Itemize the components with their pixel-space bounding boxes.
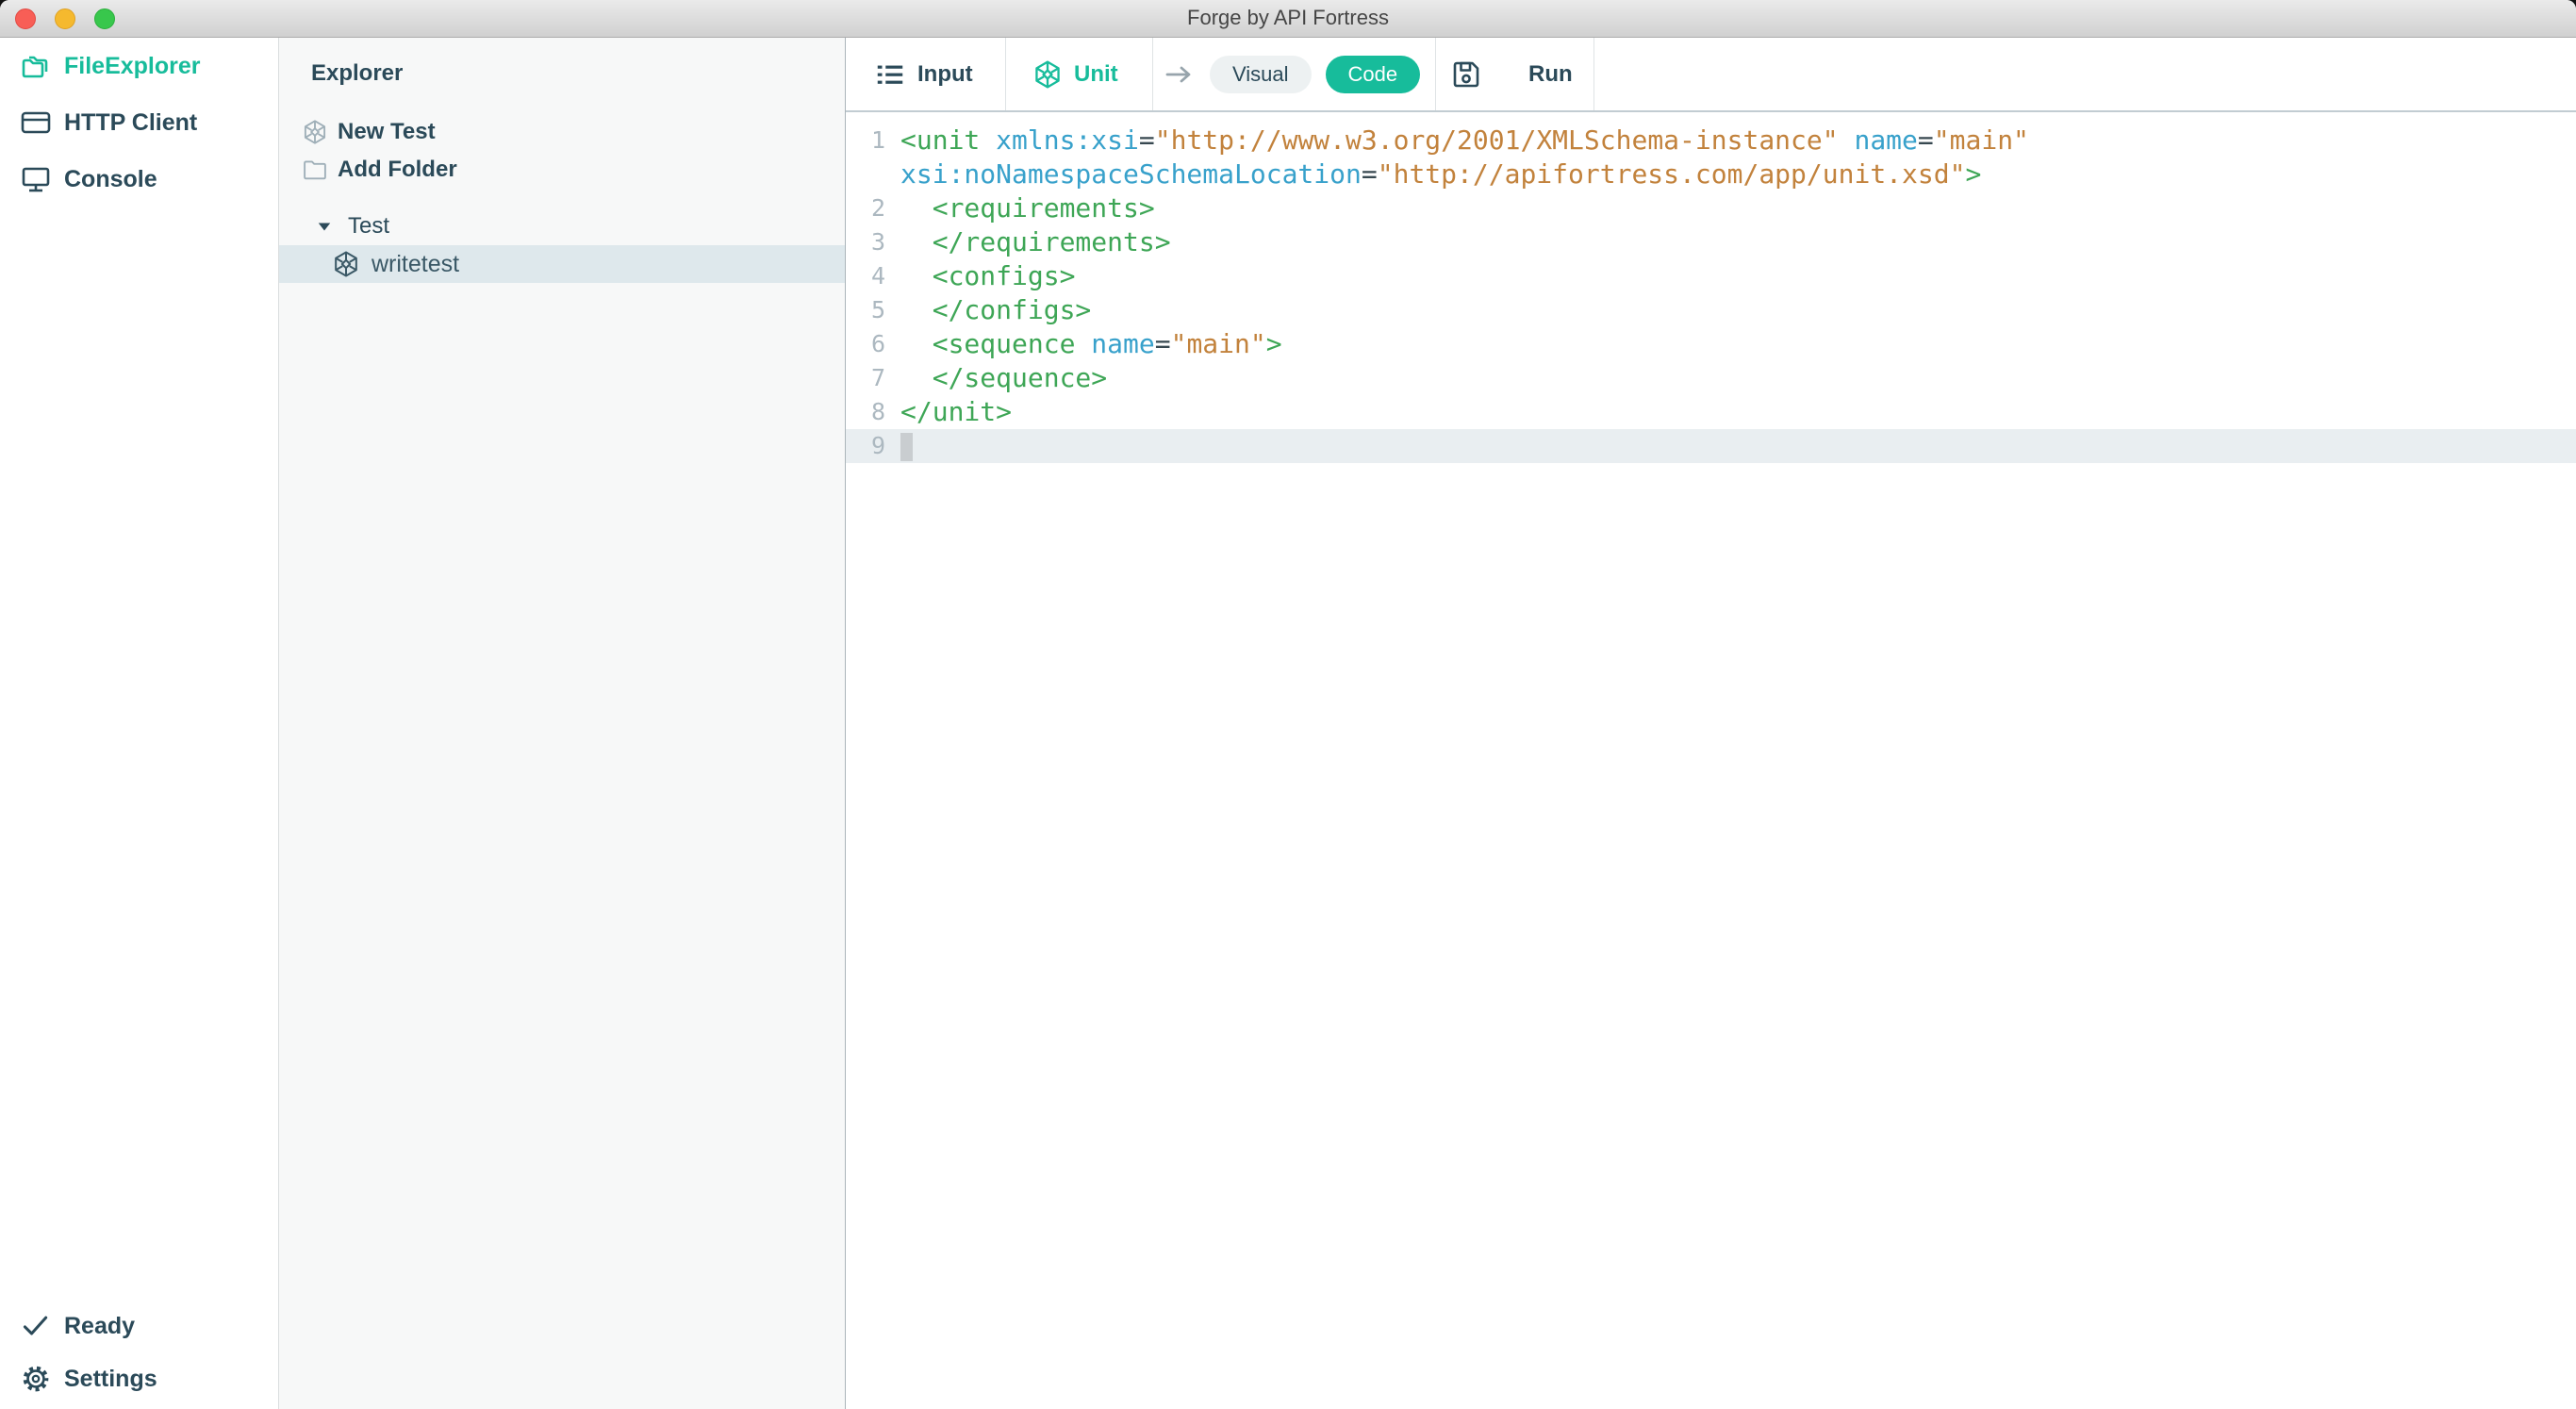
code-line[interactable]: 5 </configs>: [846, 293, 2576, 327]
view-toggle-section: Visual Code: [1153, 38, 1436, 110]
line-number: 5: [846, 293, 900, 327]
add-folder-button[interactable]: Add Folder: [279, 151, 845, 189]
line-number: [846, 157, 900, 191]
sidebar-item-settings[interactable]: Settings: [0, 1352, 278, 1405]
line-number: 1: [846, 124, 900, 157]
tab-input[interactable]: Input: [846, 38, 1006, 110]
add-folder-label: Add Folder: [338, 157, 457, 183]
visual-toggle-button[interactable]: Visual: [1210, 56, 1312, 93]
tab-input-label: Input: [917, 61, 973, 88]
code-line-content: <sequence name="main">: [900, 327, 1282, 361]
sidebar-item-http-client[interactable]: HTTP Client: [0, 94, 278, 151]
code-line[interactable]: 3 </requirements>: [846, 225, 2576, 259]
chevron-down-icon: [317, 219, 332, 234]
text-cursor: [900, 433, 913, 461]
browser-window-icon: [17, 106, 55, 140]
code-line-content: </configs>: [900, 293, 1091, 327]
sidebar-item-label: HTTP Client: [64, 109, 197, 137]
window-title: Forge by API Fortress: [0, 0, 2576, 36]
line-number: 4: [846, 259, 900, 293]
explorer-panel: Explorer New Test: [279, 38, 846, 1409]
code-line[interactable]: 6 <sequence name="main">: [846, 327, 2576, 361]
code-line-content: </sequence>: [900, 361, 1107, 395]
line-number: 2: [846, 191, 900, 225]
code-line-content: [900, 429, 913, 463]
cube-icon: [302, 119, 328, 145]
code-line[interactable]: 7 </sequence>: [846, 361, 2576, 395]
code-line[interactable]: 2 <requirements>: [846, 191, 2576, 225]
tree-folder-label: Test: [348, 213, 389, 240]
status-ready: Ready: [0, 1300, 278, 1352]
code-line-content: <configs>: [900, 259, 1075, 293]
tree-item-writetest[interactable]: writetest: [279, 245, 845, 283]
tree-folder-test[interactable]: Test: [279, 207, 845, 245]
monitor-icon: [17, 162, 55, 196]
explorer-tree: Test writetest: [279, 207, 845, 283]
code-toggle-button[interactable]: Code: [1326, 56, 1421, 93]
app-window: Forge by API Fortress FileExplorer: [0, 0, 2576, 1409]
code-line[interactable]: 8</unit>: [846, 395, 2576, 429]
tab-unit-label: Unit: [1074, 61, 1118, 88]
save-icon[interactable]: [1449, 58, 1483, 91]
status-label: Ready: [64, 1313, 135, 1340]
view-toggle: Visual Code: [1210, 56, 1420, 93]
line-number: 6: [846, 327, 900, 361]
code-line[interactable]: xsi:noNamespaceSchemaLocation="http://ap…: [846, 157, 2576, 191]
line-number: 3: [846, 225, 900, 259]
sidebar: FileExplorer HTTP Client: [0, 38, 279, 1409]
code-line-content: <requirements>: [900, 191, 1155, 225]
code-line-content: </requirements>: [900, 225, 1171, 259]
new-test-label: New Test: [338, 119, 436, 145]
traffic-lights: [15, 8, 115, 29]
toolbar-spacer: [1594, 38, 2576, 110]
check-icon: [17, 1309, 55, 1343]
new-test-button[interactable]: New Test: [279, 113, 845, 151]
folders-icon: [17, 49, 55, 83]
explorer-actions: New Test Add Folder: [279, 113, 845, 189]
code-rows: 1<unit xmlns:xsi="http://www.w3.org/2001…: [846, 124, 2576, 463]
sidebar-footer: Ready Settings: [0, 1300, 278, 1405]
run-section: Run: [1436, 38, 1594, 110]
run-button[interactable]: Run: [1528, 61, 1573, 88]
code-line[interactable]: 4 <configs>: [846, 259, 2576, 293]
line-number: 9: [846, 429, 900, 463]
editor-toolbar: Input Unit: [846, 38, 2576, 112]
code-line-content: <unit xmlns:xsi="http://www.w3.org/2001/…: [900, 124, 2029, 157]
sidebar-item-file-explorer[interactable]: FileExplorer: [0, 38, 278, 94]
code-line[interactable]: 1<unit xmlns:xsi="http://www.w3.org/2001…: [846, 124, 2576, 157]
sidebar-item-label: Settings: [64, 1366, 157, 1393]
code-line-content: </unit>: [900, 395, 1012, 429]
arrow-right-icon: [1163, 58, 1195, 91]
cube-icon: [1032, 59, 1063, 90]
line-number: 7: [846, 361, 900, 395]
code-line[interactable]: 9: [846, 429, 2576, 463]
code-line-content: xsi:noNamespaceSchemaLocation="http://ap…: [900, 157, 1981, 191]
minimize-button[interactable]: [55, 8, 75, 29]
list-icon: [874, 58, 906, 91]
zoom-button[interactable]: [94, 8, 115, 29]
line-number: 8: [846, 395, 900, 429]
close-button[interactable]: [15, 8, 36, 29]
folder-icon: [302, 157, 328, 183]
code-editor[interactable]: 1<unit xmlns:xsi="http://www.w3.org/2001…: [846, 112, 2576, 1409]
cube-icon: [332, 250, 360, 278]
gear-icon: [17, 1362, 55, 1396]
tab-unit[interactable]: Unit: [1006, 38, 1153, 110]
explorer-title: Explorer: [311, 58, 845, 89]
titlebar: Forge by API Fortress: [0, 0, 2576, 38]
sidebar-item-label: Console: [64, 166, 157, 193]
editor-panel: Input Unit: [846, 38, 2576, 1409]
sidebar-item-console[interactable]: Console: [0, 151, 278, 207]
tree-item-label: writetest: [372, 251, 459, 278]
sidebar-item-label: FileExplorer: [64, 53, 201, 80]
